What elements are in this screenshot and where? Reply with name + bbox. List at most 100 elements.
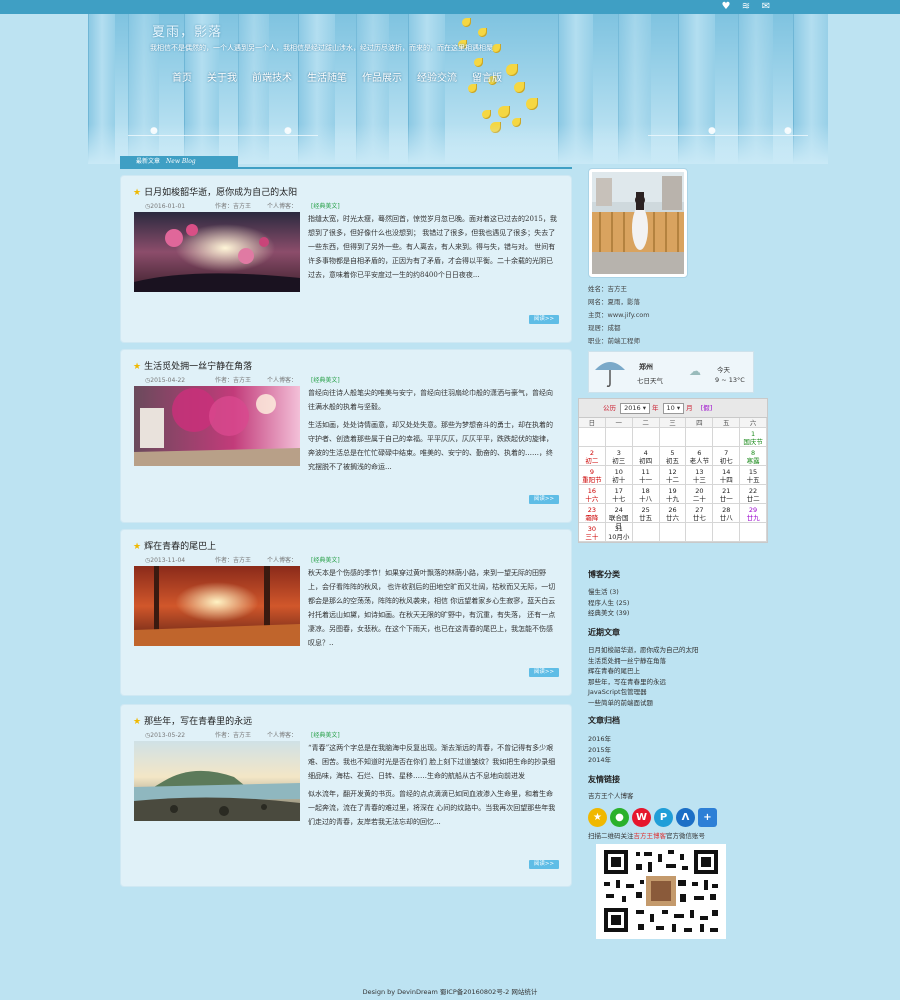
mail-icon[interactable]: ✉: [760, 1, 772, 13]
profile-info: 姓名：吉方王 网名：夏雨，影落 主页：www.jify.com 现居：成都 职业…: [588, 283, 650, 348]
friend-link[interactable]: 吉方王个人博客: [588, 791, 634, 802]
wechat-icon[interactable]: ●: [610, 808, 629, 827]
renren-icon[interactable]: Λ: [676, 808, 695, 827]
plus-icon[interactable]: +: [698, 808, 717, 827]
read-more-button[interactable]: 阅读>>: [529, 495, 559, 504]
calendar-day[interactable]: 17 十七: [605, 485, 633, 504]
weibo-icon[interactable]: W: [632, 808, 651, 827]
archive-link[interactable]: 2014年: [588, 755, 611, 766]
month-select[interactable]: 10 ▾: [662, 403, 685, 414]
calendar-day: [686, 428, 714, 447]
weather-days[interactable]: 七日天气: [637, 375, 663, 385]
heart-icon[interactable]: ♥: [720, 1, 732, 13]
recent-link[interactable]: 一些简单的前端面试题: [588, 698, 699, 709]
calendar-day[interactable]: 31 10月小: [605, 523, 633, 542]
post-meta: ◷2013-11-04 作者：吉方王 个人博客： [经典美文]: [145, 555, 368, 564]
site-title[interactable]: 夏雨，影落: [152, 21, 222, 40]
calendar-day-lunar: 初四: [639, 457, 653, 465]
post-title[interactable]: ★ 辉在青春的尾巴上: [133, 539, 216, 552]
latest-posts-header: 最新文章 New Blog: [120, 156, 572, 169]
calendar-day[interactable]: 21 廿一: [713, 485, 741, 504]
category-link[interactable]: 经典美文 (39): [588, 608, 629, 619]
post-title[interactable]: ★ 那些年，写在青春里的永远: [133, 714, 252, 727]
post-tag[interactable]: [经典美文]: [311, 557, 340, 564]
post-tag[interactable]: [经典美文]: [311, 732, 340, 739]
post-category: 个人博客： [经典美文]: [266, 732, 340, 739]
calendar-day[interactable]: 22 廿二: [740, 485, 767, 504]
recent-link[interactable]: 辉在青春的尾巴上: [588, 666, 699, 677]
nav-experience[interactable]: 经验交流: [417, 69, 457, 84]
recent-link[interactable]: 日月如梭韶华逝，愿你成为自己的太阳: [588, 645, 699, 656]
post-title[interactable]: ★ 生活觅处拥一丝宁静在角落: [133, 359, 252, 372]
recent-link[interactable]: 那些年，写在青春里的永远: [588, 677, 699, 688]
calendar-day[interactable]: 8 寒露: [740, 447, 767, 466]
read-more-button[interactable]: 阅读>>: [529, 668, 559, 677]
post-date: 2013-05-22: [150, 732, 186, 739]
calendar-day[interactable]: 11 十一: [632, 466, 660, 485]
post-thumbnail[interactable]: [134, 741, 300, 821]
nav-home[interactable]: 首页: [172, 69, 192, 84]
rss-icon[interactable]: ≋: [740, 1, 752, 13]
calendar-day[interactable]: 7 初七: [713, 447, 741, 466]
nav-about[interactable]: 关于我: [207, 69, 237, 84]
post-tag[interactable]: [经典美文]: [311, 377, 340, 384]
archive-link[interactable]: 2015年: [588, 745, 611, 756]
calendar-day[interactable]: 9 重阳节: [579, 466, 606, 485]
calendar-day[interactable]: 6 老人节: [686, 447, 714, 466]
calendar-day[interactable]: 5 初五: [659, 447, 687, 466]
calendar-day: [632, 428, 660, 447]
nav-frontend[interactable]: 前端技术: [252, 69, 292, 84]
pinterest-icon[interactable]: P: [654, 808, 673, 827]
category-link[interactable]: 程序人生 (25): [588, 598, 629, 609]
calendar-day[interactable]: 14 十四: [713, 466, 741, 485]
calendar-day[interactable]: 10 初十: [605, 466, 633, 485]
calendar-day[interactable]: 24 联合国日: [605, 504, 633, 530]
post-thumbnail[interactable]: [134, 212, 300, 292]
read-more-button[interactable]: 阅读>>: [529, 860, 559, 869]
calendar-day[interactable]: 28 廿八: [713, 504, 741, 523]
nav-life[interactable]: 生活随笔: [307, 69, 347, 84]
recent-link[interactable]: JavaScript包管理器: [588, 687, 699, 698]
calendar-day[interactable]: 4 初四: [632, 447, 660, 466]
calendar-day[interactable]: 20 二十: [686, 485, 714, 504]
archive-link[interactable]: 2016年: [588, 734, 611, 745]
calendar-day[interactable]: 16 十六: [579, 485, 606, 504]
calendar-day-number: 26: [668, 506, 677, 514]
post-thumbnail[interactable]: [134, 386, 300, 466]
calendar-day[interactable]: 2 初二: [579, 447, 606, 466]
calendar-day[interactable]: 13 十三: [686, 466, 714, 485]
calendar-day[interactable]: 18 十八: [632, 485, 660, 504]
calendar-day[interactable]: 3 初三: [605, 447, 633, 466]
calendar-day-lunar: 二十: [692, 495, 706, 503]
calendar-day[interactable]: 23 霜降: [579, 504, 606, 523]
calendar-day[interactable]: 15 十五: [740, 466, 767, 485]
calendar-day[interactable]: 30 三十: [579, 523, 606, 542]
calendar-day-lunar: 廿七: [692, 514, 706, 522]
post-tag[interactable]: [经典美文]: [311, 203, 340, 210]
star-icon[interactable]: ★: [588, 808, 607, 827]
nav-guestbook[interactable]: 留言版: [472, 69, 502, 84]
holiday-toggle[interactable]: [假]: [701, 404, 713, 412]
calendar-day-number: 19: [668, 487, 677, 495]
calendar-day[interactable]: 26 廿六: [659, 504, 687, 523]
nav-works[interactable]: 作品展示: [362, 69, 402, 84]
profile-homepage[interactable]: 主页：www.jify.com: [588, 309, 650, 322]
calendar-day[interactable]: 27 廿七: [686, 504, 714, 523]
calendar-day-number: 25: [641, 506, 650, 514]
calendar-day-number: 7: [724, 449, 729, 457]
year-select[interactable]: 2016 ▾: [620, 403, 650, 414]
post-title[interactable]: ★ 日月如梭韶华逝，愿你成为自己的太阳: [133, 185, 297, 198]
category-link[interactable]: 慢生活 (3): [588, 587, 629, 598]
post-excerpt: 指缝太宽，时光太瘦，蓦然回首，惊觉岁月忽已晚。面对着这已过去的2015，我想到了…: [134, 212, 559, 294]
star-icon: ★: [133, 362, 142, 372]
calendar-day[interactable]: 25 廿五: [632, 504, 660, 523]
post-excerpt: “青春”这两个字总是在我脑海中反复出现。渐去渐远的青春，不曾记得有多少艰难、困苦…: [134, 741, 559, 829]
calendar-day-number: 2: [589, 449, 594, 457]
post-thumbnail[interactable]: [134, 566, 300, 646]
calendar-day[interactable]: 1 国庆节: [740, 428, 767, 447]
calendar-day[interactable]: 12 十二: [659, 466, 687, 485]
calendar-day[interactable]: 29 廿九: [740, 504, 767, 523]
calendar-day[interactable]: 19 十九: [659, 485, 687, 504]
read-more-button[interactable]: 阅读>>: [529, 315, 559, 324]
recent-link[interactable]: 生活觅处拥一丝宁静在角落: [588, 656, 699, 667]
